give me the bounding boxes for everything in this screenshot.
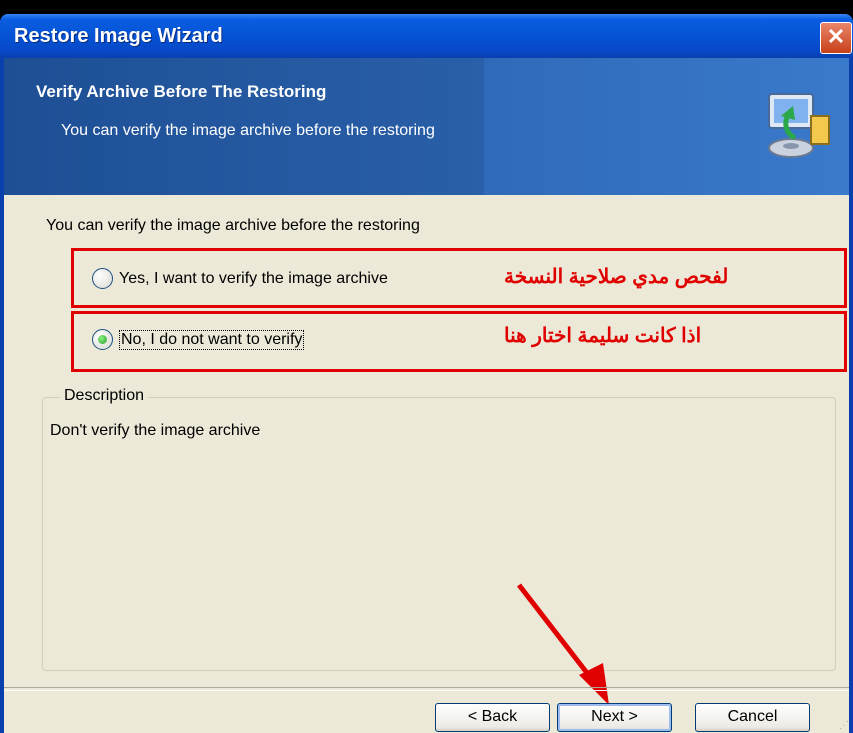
- description-legend: Description: [60, 387, 149, 405]
- button-divider: [4, 687, 849, 691]
- title-bar[interactable]: Restore Image Wizard ✕: [0, 14, 853, 58]
- annotation-text-verify: لفحص مدي صلاحية النسخة: [504, 266, 729, 288]
- header-subtitle: You can verify the image archive before …: [61, 122, 435, 139]
- resize-grip-icon[interactable]: ⋰: [839, 720, 849, 731]
- radio-button-verify[interactable]: [92, 268, 113, 289]
- radio-label-verify: Yes, I want to verify the image archive: [119, 269, 388, 287]
- header-title: Verify Archive Before The Restoring: [36, 82, 327, 101]
- next-button[interactable]: Next >: [557, 703, 672, 732]
- close-button[interactable]: ✕: [820, 22, 852, 54]
- radio-option-verify[interactable]: Yes, I want to verify the image archive: [92, 268, 388, 289]
- wizard-content: You can verify the image archive before …: [4, 195, 849, 733]
- wizard-header: Verify Archive Before The Restoring You …: [4, 58, 849, 195]
- restore-wizard-window: Restore Image Wizard ✕ Verify Archive Be…: [0, 14, 853, 733]
- cancel-button[interactable]: Cancel: [695, 703, 810, 732]
- window-title: Restore Image Wizard: [14, 25, 223, 47]
- window-frame-right: [849, 58, 853, 733]
- intro-text: You can verify the image archive before …: [46, 217, 420, 234]
- back-button[interactable]: < Back: [435, 703, 550, 732]
- radio-button-no-verify[interactable]: [92, 329, 113, 350]
- radio-label-no-verify: No, I do not want to verify: [119, 329, 305, 350]
- annotation-text-no-verify: اذا كانت سليمة اختار هنا: [504, 325, 702, 347]
- description-text: Don't verify the image archive: [50, 422, 261, 439]
- restore-computer-icon: [768, 93, 830, 158]
- radio-option-no-verify[interactable]: No, I do not want to verify: [92, 329, 305, 350]
